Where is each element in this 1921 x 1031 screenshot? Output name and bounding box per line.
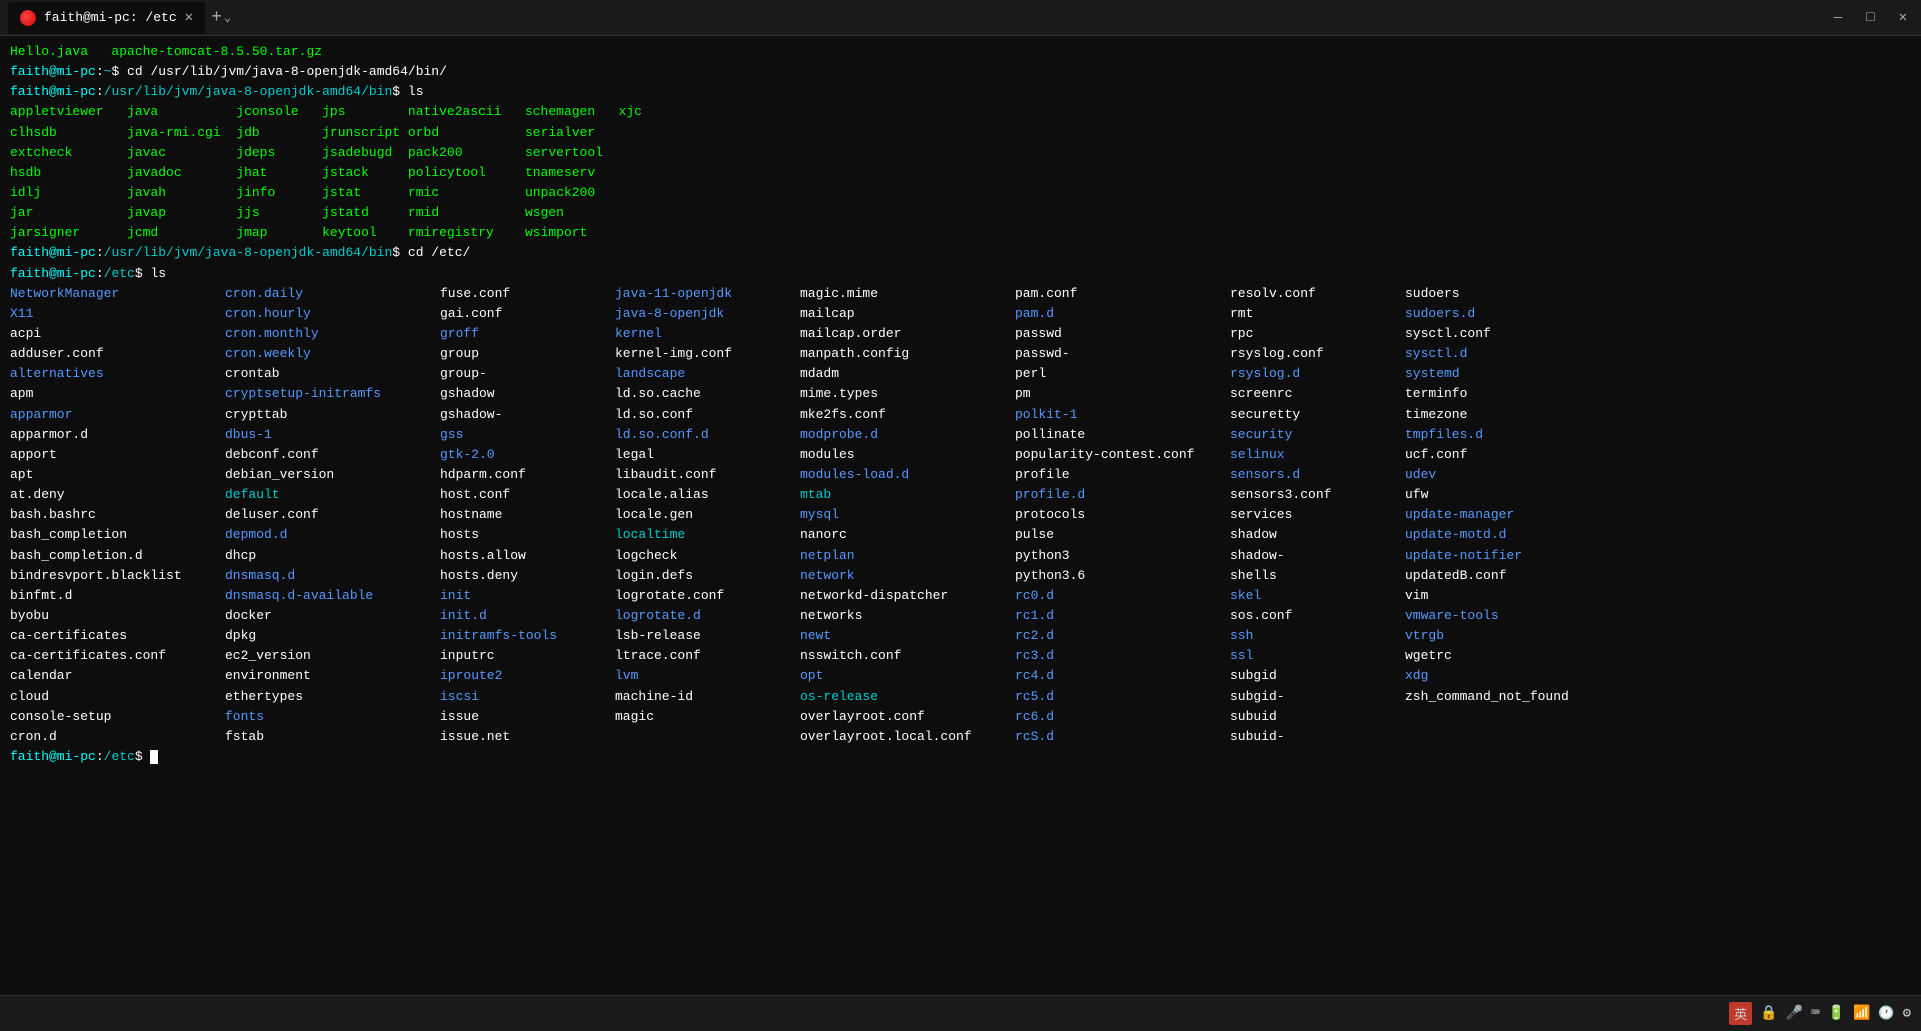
ls-col1: NetworkManager X11 acpi adduser.conf alt… [10,284,225,747]
taskbar-icon-lock: 🔒 [1760,1005,1777,1022]
line-3: faith@mi-pc:/usr/lib/jvm/java-8-openjdk-… [10,82,1911,102]
taskbar-icon-network: 📶 [1853,1005,1870,1022]
tab-chevron-btn[interactable]: ⌄ [224,10,231,25]
new-tab-btn[interactable]: + [211,8,222,28]
tab-icon [20,10,36,26]
ls-col6: pam.conf pam.d passwd passwd- perl pm po… [1015,284,1230,747]
line-8: idlj javah jinfo jstat rmic unpack200 [10,183,1911,203]
window-controls: — □ ✕ [1828,7,1913,28]
line-12: faith@mi-pc:/etc$ ls [10,264,1911,284]
line-9: jar javap jjs jstatd rmid wsgen [10,203,1911,223]
taskbar-icon-settings[interactable]: ⚙ [1903,1005,1911,1022]
final-prompt-line: faith@mi-pc:/etc$ [10,747,1911,767]
line-7: hsdb javadoc jhat jstack policytool tnam… [10,163,1911,183]
line-11: faith@mi-pc:/usr/lib/jvm/java-8-openjdk-… [10,243,1911,263]
line-5: clhsdb java-rmi.cgi jdb jrunscript orbd … [10,123,1911,143]
ls-col8: sudoers sudoers.d sysctl.conf sysctl.d s… [1405,284,1620,747]
taskbar-icon-battery: 🔋 [1828,1005,1845,1022]
close-btn[interactable]: ✕ [1893,7,1913,28]
line-10: jarsigner jcmd jmap keytool rmiregistry … [10,223,1911,243]
line-6: extcheck javac jdeps jsadebugd pack200 s… [10,143,1911,163]
taskbar-icon-mic: 🎤 [1786,1005,1803,1022]
line-2: faith@mi-pc:~$ cd /usr/lib/jvm/java-8-op… [10,62,1911,82]
taskbar-lang[interactable]: 英 [1729,1002,1752,1025]
line-4: appletviewer java jconsole jps native2as… [10,102,1911,122]
terminal-window: faith@mi-pc: /etc ✕ + ⌄ — □ ✕ Hello.java… [0,0,1921,1031]
terminal-body[interactable]: Hello.java apache-tomcat-8.5.50.tar.gz f… [0,36,1921,995]
ls-etc-output: NetworkManager X11 acpi adduser.conf alt… [10,284,1911,747]
ls-col5: magic.mime mailcap mailcap.order manpath… [800,284,1015,747]
ls-col7: resolv.conf rmt rpc rsyslog.conf rsyslog… [1230,284,1405,747]
titlebar: faith@mi-pc: /etc ✕ + ⌄ — □ ✕ [0,0,1921,36]
tab-close-btn[interactable]: ✕ [185,9,193,26]
ls-col4: java-11-openjdk java-8-openjdk kernel ke… [615,284,800,747]
maximize-btn[interactable]: □ [1860,8,1880,28]
taskbar-icon-clock: 🕐 [1878,1006,1894,1021]
minimize-btn[interactable]: — [1828,8,1848,28]
taskbar: 英 🔒 🎤 ⌨ 🔋 📶 🕐 ⚙ [0,995,1921,1031]
tab-label: faith@mi-pc: /etc [44,10,177,25]
taskbar-icon-keyboard: ⌨ [1811,1005,1819,1022]
line-1: Hello.java apache-tomcat-8.5.50.tar.gz [10,42,1911,62]
ls-col2: cron.daily cron.hourly cron.monthly cron… [225,284,440,747]
cursor [150,750,158,764]
ls-col3: fuse.conf gai.conf groff group group- gs… [440,284,615,747]
terminal-tab[interactable]: faith@mi-pc: /etc ✕ [8,2,205,34]
